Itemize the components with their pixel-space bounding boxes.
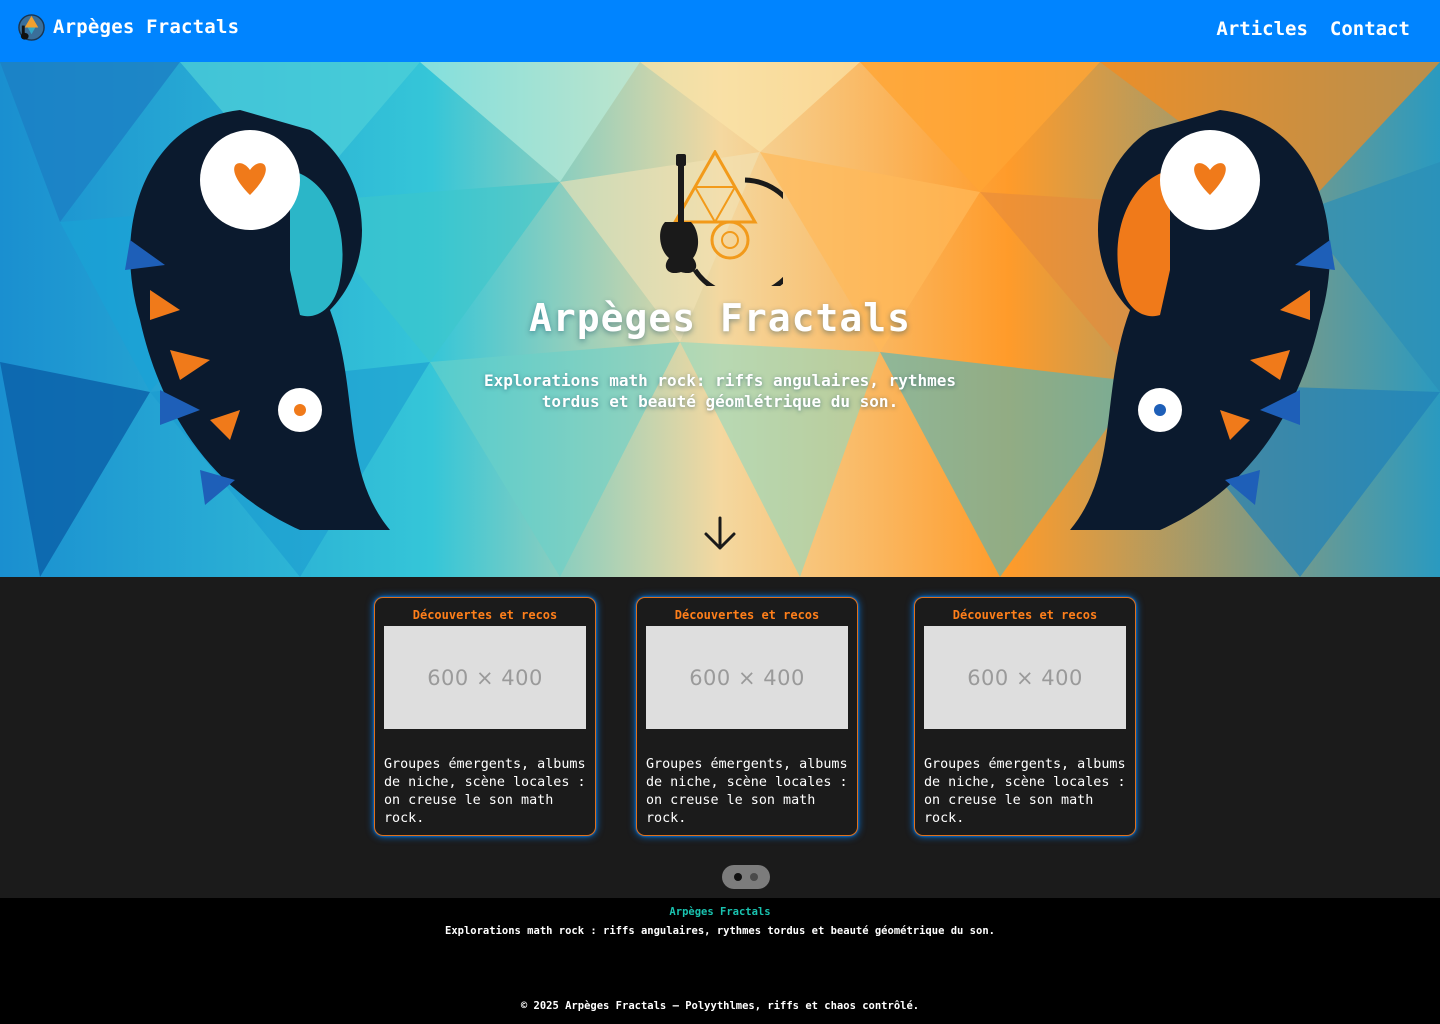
hero-title: Arpèges Fractals <box>528 296 912 340</box>
hero-banner: Arpèges Fractals Explorations math rock:… <box>0 62 1440 577</box>
nav-links: Articles Contact <box>1216 18 1410 40</box>
card-category: Découvertes et recos <box>412 608 558 622</box>
brand-name: Arpèges Fractals <box>53 16 240 38</box>
footer-title: Arpèges Fractals <box>669 906 771 918</box>
footer-description: Explorations math rock : riffs angulaire… <box>445 925 995 937</box>
nav-link-contact[interactable]: Contact <box>1330 18 1410 40</box>
image-placeholder-label: 600 × 400 <box>689 665 805 690</box>
image-placeholder-label: 600 × 400 <box>427 665 543 690</box>
carousel-dot-1[interactable] <box>734 873 742 881</box>
brand-logo-icon <box>18 13 45 41</box>
card-excerpt: Groupes émergents, albums de niche, scèn… <box>384 757 586 826</box>
carousel-dot-2[interactable] <box>750 873 758 881</box>
guitar-fractal-emblem-icon <box>660 150 783 286</box>
site-footer: Arpèges Fractals Explorations math rock … <box>0 898 1440 1024</box>
image-placeholder-label: 600 × 400 <box>967 665 1083 690</box>
card-excerpt: Groupes émergents, albums de niche, scèn… <box>646 757 848 826</box>
arrow-down-icon[interactable] <box>700 514 740 554</box>
top-navbar: Arpèges Fractals Articles Contact <box>0 0 1440 62</box>
card-category: Découvertes et recos <box>674 608 820 622</box>
carousel-pagination <box>722 865 770 889</box>
article-card[interactable]: Découvertes et recos 600 × 400 Groupes é… <box>636 597 858 836</box>
brand-link[interactable]: Arpèges Fractals <box>17 11 239 43</box>
card-image-placeholder: 600 × 400 <box>384 626 586 729</box>
card-image-placeholder: 600 × 400 <box>646 626 848 729</box>
article-card[interactable]: Découvertes et recos 600 × 400 Groupes é… <box>374 597 596 836</box>
articles-carousel: Découvertes et recos 600 × 400 Groupes é… <box>0 577 1440 898</box>
article-card[interactable]: Découvertes et recos 600 × 400 Groupes é… <box>914 597 1136 836</box>
footer-copyright: © 2025 Arpèges Fractals – Polyythlmes, r… <box>520 1000 920 1012</box>
card-excerpt: Groupes émergents, albums de niche, scèn… <box>924 757 1126 826</box>
nav-link-articles[interactable]: Articles <box>1216 18 1308 40</box>
card-category: Découvertes et recos <box>952 608 1098 622</box>
card-image-placeholder: 600 × 400 <box>924 626 1126 729</box>
hero-subtitle: Explorations math rock: riffs angulaires… <box>483 371 956 411</box>
